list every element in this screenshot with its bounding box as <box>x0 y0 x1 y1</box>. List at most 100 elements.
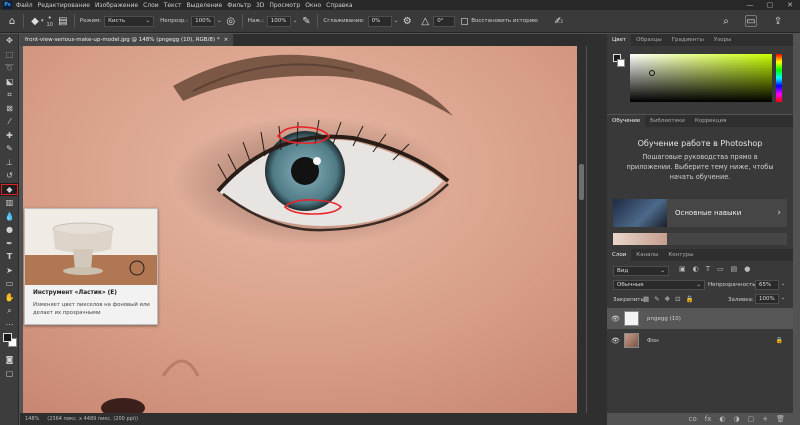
gradient-tool-icon[interactable]: ▥ <box>0 196 19 210</box>
tab-adjustments[interactable]: Коррекция <box>690 115 732 127</box>
quick-mask-icon[interactable]: ◙ <box>0 353 19 367</box>
blend-mode-select[interactable]: Обычные ⌄ <box>613 280 705 290</box>
document-tab[interactable]: front-view-serious-make-up-model.jpg @ 1… <box>20 34 234 46</box>
tab-patterns[interactable]: Узоры <box>709 34 736 46</box>
dodge-tool-icon[interactable]: ● <box>0 223 19 237</box>
menu-help[interactable]: Справка <box>326 2 352 9</box>
layer-row-background[interactable]: 👁 Фон 🔒 <box>607 330 793 351</box>
screen-mode-icon[interactable]: ▢ <box>0 367 19 381</box>
pen-tool-icon[interactable]: ✒ <box>0 237 19 251</box>
opacity-input[interactable]: 100% <box>191 15 216 27</box>
eraser-tool-icon[interactable]: ◆ <box>0 182 19 196</box>
adjustment-layer-icon[interactable]: ◑ <box>734 415 740 423</box>
pixel-filter-icon[interactable]: ▣ <box>679 265 686 273</box>
menu-3d[interactable]: 3D <box>256 2 264 9</box>
lock-pixels-icon[interactable]: ✎ <box>654 295 659 303</box>
filter-toggle-icon[interactable]: ● <box>744 265 750 273</box>
mode-select[interactable]: Кисть ⌄ <box>104 15 155 27</box>
color-field[interactable] <box>630 54 772 102</box>
smoothing-input[interactable]: 0% <box>367 15 392 27</box>
add-mask-icon[interactable]: ◐ <box>719 415 725 423</box>
trash-icon[interactable]: 🗑 <box>776 415 785 423</box>
smart-object-filter-icon[interactable]: ▤ <box>731 265 738 273</box>
layer-filter-select[interactable]: Вид ⌄ <box>613 266 669 276</box>
more-tools-icon[interactable]: ⋯ <box>0 318 19 332</box>
menu-view[interactable]: Просмотр <box>269 2 300 9</box>
chevron-down-icon[interactable]: ▾ <box>41 18 44 24</box>
history-checkbox[interactable] <box>461 17 469 25</box>
group-icon[interactable]: ▢ <box>748 415 755 423</box>
chevron-down-icon[interactable]: ⌄ <box>781 281 785 287</box>
workspace-icon[interactable]: ▭ <box>745 15 757 27</box>
chevron-down-icon[interactable]: ⌄ <box>781 295 785 301</box>
foreground-color-swatch[interactable] <box>3 333 12 342</box>
close-tab-icon[interactable]: × <box>224 34 229 46</box>
type-tool-icon[interactable]: T <box>0 250 19 264</box>
search-icon[interactable]: ⌕ <box>720 15 732 27</box>
eraser-preset-icon[interactable]: ◆ <box>29 15 41 27</box>
layer-style-icon[interactable]: fx <box>705 415 712 423</box>
hue-slider[interactable] <box>776 54 782 102</box>
scrollbar-thumb[interactable] <box>579 164 584 200</box>
layer-row-pngegg[interactable]: 👁 pngegg (10) <box>607 308 793 329</box>
new-layer-icon[interactable]: + <box>762 415 768 423</box>
move-tool-icon[interactable]: ✥ <box>0 34 19 48</box>
link-layers-icon[interactable]: co <box>689 415 697 423</box>
lock-icon[interactable]: 🔒 <box>776 337 783 344</box>
menu-image[interactable]: Изображение <box>95 2 138 9</box>
angle-input[interactable]: 0° <box>433 15 456 27</box>
brush-tool-icon[interactable]: ✎ <box>0 142 19 156</box>
layer-name[interactable]: Фон <box>647 338 659 344</box>
blur-tool-icon[interactable]: 💧 <box>0 210 19 224</box>
tab-learn[interactable]: Обучение <box>607 115 646 127</box>
tab-gradients[interactable]: Градиенты <box>667 34 709 46</box>
menu-edit[interactable]: Редактирование <box>38 2 90 9</box>
tab-channels[interactable]: Каналы <box>631 249 663 261</box>
menu-type[interactable]: Текст <box>164 2 182 9</box>
chevron-down-icon[interactable]: ⌄ <box>217 18 222 24</box>
background-color-swatch[interactable] <box>617 59 625 67</box>
close-window-button[interactable]: ✕ <box>780 0 800 10</box>
home-icon[interactable]: ⌂ <box>6 15 18 27</box>
tab-paths[interactable]: Контуры <box>663 249 698 261</box>
menu-file[interactable]: Файл <box>16 2 33 9</box>
learn-card-next[interactable] <box>613 233 787 245</box>
adjustment-filter-icon[interactable]: ◐ <box>693 265 699 273</box>
rectangle-tool-icon[interactable]: ▭ <box>0 277 19 291</box>
menu-window[interactable]: Окно <box>305 2 321 9</box>
tab-color[interactable]: Цвет <box>607 34 632 46</box>
frame-tool-icon[interactable]: ⊠ <box>0 102 19 116</box>
layer-name[interactable]: pngegg (10) <box>647 316 681 322</box>
flow-input[interactable]: 100% <box>266 15 291 27</box>
healing-brush-tool-icon[interactable]: ✚ <box>0 129 19 143</box>
eye-icon[interactable]: 👁 <box>611 315 620 323</box>
crop-tool-icon[interactable]: ⌗ <box>0 88 19 102</box>
path-select-tool-icon[interactable]: ➤ <box>0 264 19 278</box>
color-picker-cursor[interactable] <box>649 70 655 76</box>
chevron-down-icon[interactable]: ⌄ <box>394 18 399 24</box>
object-select-tool-icon[interactable]: ⬕ <box>0 75 19 89</box>
pressure-size-icon[interactable]: ✍ <box>553 15 565 27</box>
zoom-tool-icon[interactable]: ⌕ <box>0 304 19 318</box>
tab-layers[interactable]: Слои <box>607 249 632 261</box>
minimize-button[interactable]: — <box>740 0 760 10</box>
tab-swatches[interactable]: Образцы <box>631 34 667 46</box>
menu-filter[interactable]: Фильтр <box>227 2 251 9</box>
lock-transparency-icon[interactable]: ▦ <box>643 295 649 303</box>
brush-settings-icon[interactable]: ▤ <box>57 15 69 27</box>
canvas-vertical-scrollbar[interactable] <box>577 46 586 413</box>
lock-all-icon[interactable]: 🔒 <box>686 295 694 303</box>
clone-stamp-tool-icon[interactable]: ⊥ <box>0 156 19 170</box>
history-brush-tool-icon[interactable]: ↺ <box>0 169 19 183</box>
type-filter-icon[interactable]: T <box>706 265 710 273</box>
fill-input[interactable]: 100% <box>755 294 779 304</box>
smoothing-options-icon[interactable]: ⚙ <box>401 15 413 27</box>
hand-tool-icon[interactable]: ✋ <box>0 291 19 305</box>
airbrush-icon[interactable]: ✎ <box>300 15 312 27</box>
maximize-button[interactable]: ▢ <box>760 0 780 10</box>
share-icon[interactable]: ⇪ <box>772 15 784 27</box>
menu-layers[interactable]: Слои <box>143 2 159 9</box>
eye-icon[interactable]: 👁 <box>611 337 620 345</box>
tab-libraries[interactable]: Библиотеки <box>645 115 690 127</box>
layer-opacity-input[interactable]: 65% <box>755 280 779 290</box>
